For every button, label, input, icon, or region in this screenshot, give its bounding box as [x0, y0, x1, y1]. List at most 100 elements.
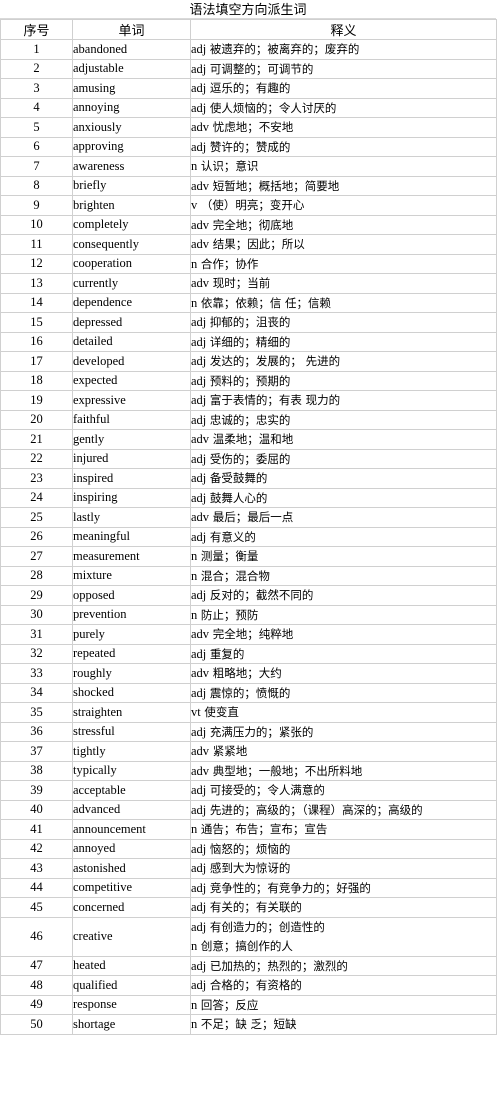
cell-meaning: adj 抑郁的；沮丧的 — [190, 312, 497, 333]
table-row: 6 approving adj 赞许的；赞成的 — [0, 136, 497, 157]
part-of-speech: adj — [191, 100, 207, 115]
cell-meaning: adv 温柔地；温和地 — [190, 429, 497, 450]
part-of-speech: adv — [191, 763, 210, 778]
cell-word: prevention — [72, 604, 191, 625]
cell-word: qualified — [72, 975, 191, 996]
part-of-speech: adj — [191, 783, 207, 798]
meaning-text: 富于表情的；有表 现力的 — [206, 393, 341, 408]
cell-word: advanced — [72, 799, 191, 820]
meaning-text: 测量；衡量 — [197, 549, 259, 564]
table-row: 21 gently adv 温柔地；温和地 — [0, 429, 497, 450]
meaning-text: 已加热的；热烈的；激烈的 — [206, 958, 348, 973]
cell-word: astonished — [72, 858, 191, 879]
meaning-line: adv 短暂地；概括地；简要地 — [191, 179, 339, 193]
meaning-line: adj 有意义的 — [191, 530, 256, 544]
part-of-speech: adj — [191, 958, 207, 973]
cell-index: 17 — [0, 351, 73, 372]
meaning-text: 震惊的；愤慨的 — [206, 685, 291, 700]
cell-meaning: adj 预料的；预期的 — [190, 370, 497, 391]
table-row: 45 concerned adj 有关的；有关联的 — [0, 897, 497, 918]
meaning-text: 认识；意识 — [197, 159, 259, 174]
cell-index: 16 — [0, 331, 73, 352]
meaning-line: adv 完全地；纯粹地 — [191, 627, 293, 641]
cell-word: expected — [72, 370, 191, 391]
meaning-line: adv 粗略地；大约 — [191, 666, 282, 680]
cell-index: 32 — [0, 643, 73, 664]
meaning-text: 现时；当前 — [209, 276, 271, 291]
table-row: 2 adjustable adj 可调整的；可调节的 — [0, 58, 497, 79]
meaning-line: n 通告；布告；宣布；宣告 — [191, 822, 327, 836]
meaning-text: 完全地；纯粹地 — [209, 627, 294, 642]
meaning-text: 合格的；有资格的 — [206, 978, 302, 993]
meaning-line: adj 鼓舞人心的 — [191, 491, 267, 505]
cell-meaning: adj 可接受的；令人满意的 — [190, 780, 497, 801]
table-row: 28 mixture n 混合；混合物 — [0, 565, 497, 586]
meaning-text: 忠诚的；忠实的 — [206, 412, 291, 427]
meaning-line: vt 使变直 — [191, 705, 239, 719]
cell-meaning: n 合作；协作 — [190, 253, 497, 274]
cell-index: 21 — [0, 429, 73, 450]
cell-word: response — [72, 994, 191, 1015]
cell-word: consequently — [72, 234, 191, 255]
cell-index: 7 — [0, 156, 73, 177]
table-row: 42 annoyed adj 恼怒的；烦恼的 — [0, 838, 497, 859]
part-of-speech: adv — [191, 510, 210, 525]
column-header-meaning: 释义 — [190, 19, 497, 40]
cell-index: 25 — [0, 507, 73, 528]
meaning-text: 可调整的；可调节的 — [206, 61, 314, 76]
cell-index: 35 — [0, 702, 73, 723]
cell-word: expressive — [72, 390, 191, 411]
cell-word: announcement — [72, 819, 191, 840]
cell-index: 47 — [0, 955, 73, 976]
meaning-line: n 创意；搞创作的人 — [191, 937, 496, 956]
cell-meaning: adv 最后；最后一点 — [190, 507, 497, 528]
cell-index: 39 — [0, 780, 73, 801]
meaning-text: 详细的；精细的 — [206, 334, 291, 349]
meaning-line: adj 忠诚的；忠实的 — [191, 413, 290, 427]
meaning-text: 感到大为惊讶的 — [206, 861, 291, 876]
table-row: 5 anxiously adv 忧虑地；不安地 — [0, 117, 497, 138]
cell-meaning: adv 结果；因此；所以 — [190, 234, 497, 255]
cell-meaning: adj 发达的；发展的； 先进的 — [190, 351, 497, 372]
part-of-speech: vt — [191, 705, 201, 720]
table-row: 35 straighten vt 使变直 — [0, 702, 497, 723]
part-of-speech: adj — [191, 81, 207, 96]
part-of-speech: adj — [191, 451, 207, 466]
meaning-line: adv 最后；最后一点 — [191, 510, 293, 524]
meaning-line: n 不足；缺 乏；短缺 — [191, 1017, 297, 1031]
cell-word: competitive — [72, 877, 191, 898]
cell-word: repeated — [72, 643, 191, 664]
meaning-line: adj 抑郁的；沮丧的 — [191, 315, 290, 329]
cell-meaning: adj 充满压力的；紧张的 — [190, 721, 497, 742]
table-row: 20 faithful adj 忠诚的；忠实的 — [0, 409, 497, 430]
cell-index: 18 — [0, 370, 73, 391]
cell-word: shocked — [72, 682, 191, 703]
cell-index: 43 — [0, 858, 73, 879]
cell-index: 44 — [0, 877, 73, 898]
meaning-line: adj 感到大为惊讶的 — [191, 861, 290, 875]
cell-meaning: adj 竞争性的；有竞争力的；好强的 — [190, 877, 497, 898]
part-of-speech: adj — [191, 646, 207, 661]
table-row: 30 prevention n 防止；预防 — [0, 604, 497, 625]
meaning-text: 创意；搞创作的人 — [197, 938, 293, 953]
table-row: 14 dependence n 依靠；依赖；信 任；信赖 — [0, 292, 497, 313]
meaning-line: adv 温柔地；温和地 — [191, 432, 293, 446]
table-row: 12 cooperation n 合作；协作 — [0, 253, 497, 274]
page-title: 语法填空方向派生词 — [0, 0, 496, 19]
cell-word: currently — [72, 273, 191, 294]
part-of-speech: adj — [191, 334, 207, 349]
meaning-text: 短暂地；概括地；简要地 — [209, 178, 340, 193]
part-of-speech: adv — [191, 666, 210, 681]
cell-index: 38 — [0, 760, 73, 781]
meaning-line: adj 有创造力的；创造性的 — [191, 918, 496, 937]
meaning-line: adv 典型地；一般地；不出所料地 — [191, 764, 362, 778]
table-row: 23 inspired adj 备受鼓舞的 — [0, 468, 497, 489]
meaning-text: 恼怒的；烦恼的 — [206, 841, 291, 856]
cell-index: 6 — [0, 136, 73, 157]
table-row: 31 purely adv 完全地；纯粹地 — [0, 624, 497, 645]
table-row: 19 expressive adj 富于表情的；有表 现力的 — [0, 390, 497, 411]
meaning-line: adj 有关的；有关联的 — [191, 900, 302, 914]
meaning-line: adj 充满压力的；紧张的 — [191, 725, 313, 739]
cell-word: inspiring — [72, 487, 191, 508]
cell-meaning: v （使）明亮；变开心 — [190, 195, 497, 216]
